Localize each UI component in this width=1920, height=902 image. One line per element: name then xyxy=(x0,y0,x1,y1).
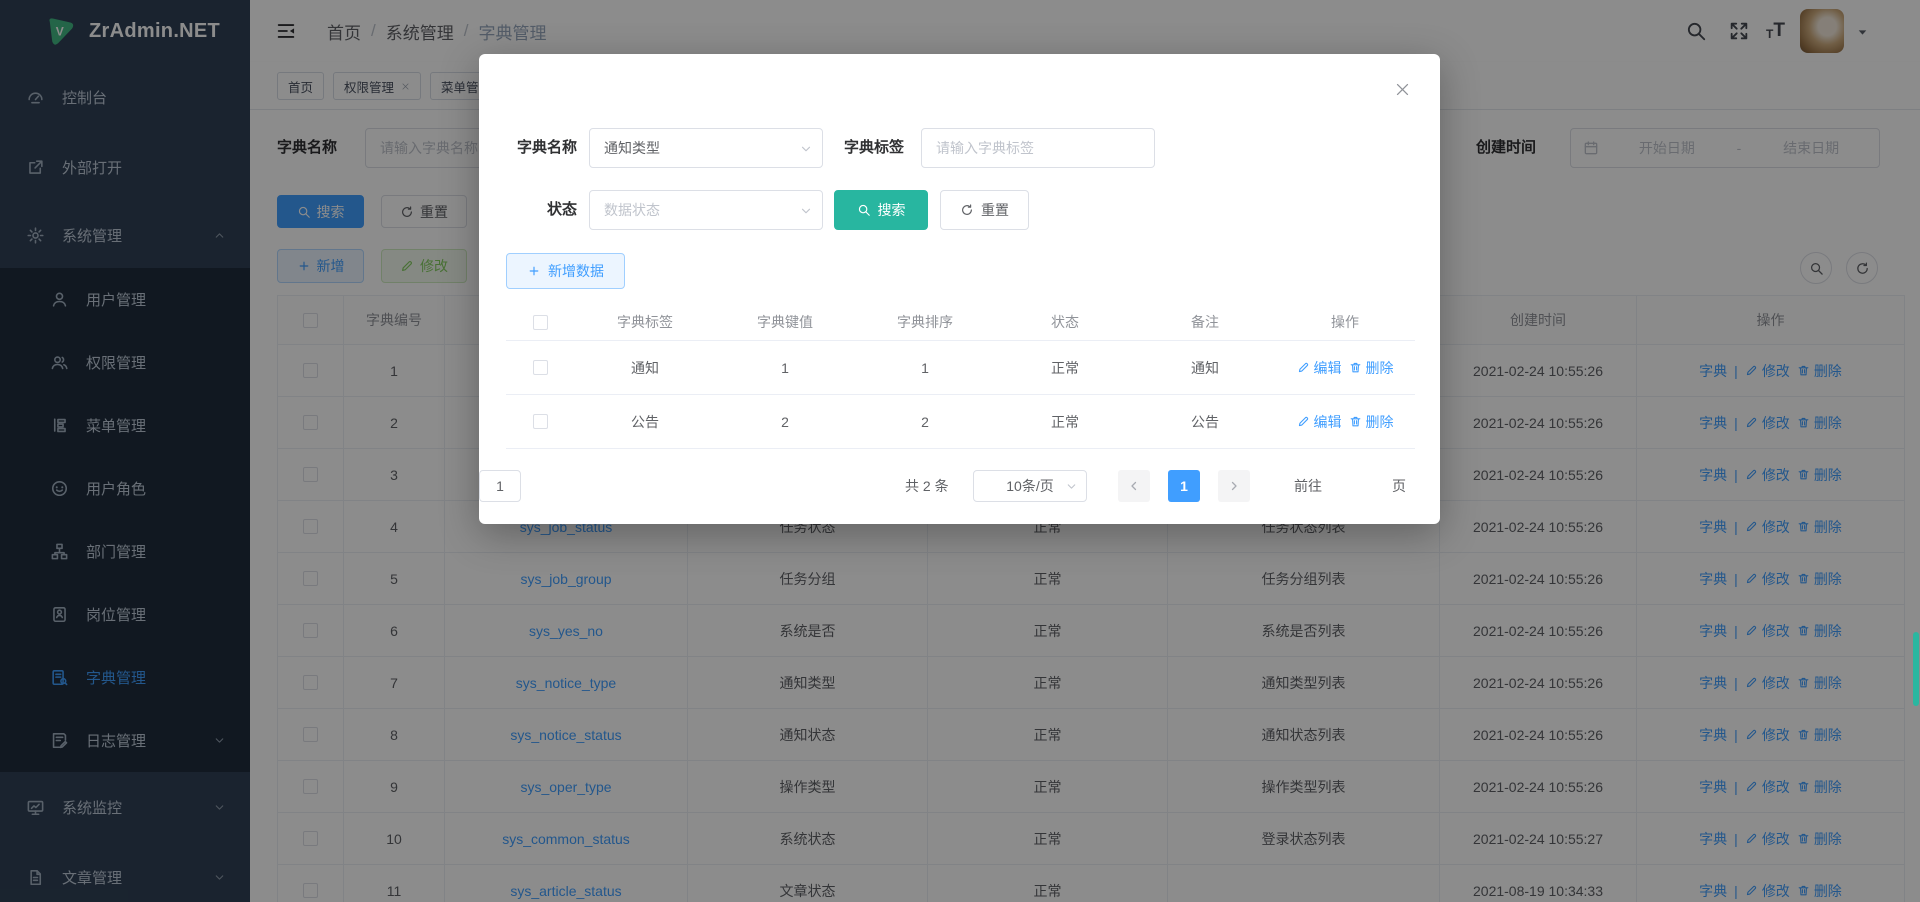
chevron-right-icon xyxy=(1228,480,1240,492)
chevron-down-icon xyxy=(799,142,813,156)
trash-icon xyxy=(1349,415,1362,428)
modal-dict-label-label: 字典标签 xyxy=(832,128,904,168)
modal-row-checkbox[interactable] xyxy=(533,414,548,429)
modal-status-label: 状态 xyxy=(489,190,577,230)
modal-dict-name-value: 通知类型 xyxy=(604,138,660,158)
chevron-left-icon xyxy=(1128,480,1140,492)
modal-add-data-button[interactable]: 新增数据 xyxy=(506,253,625,289)
scrollbar-thumb[interactable] xyxy=(1913,632,1919,706)
modal-status-select[interactable]: 数据状态 xyxy=(589,190,823,230)
prev-page-button[interactable] xyxy=(1118,470,1150,502)
cell-dict-sort: 1 xyxy=(855,341,995,395)
search-icon xyxy=(857,203,871,217)
page-size-value: 10条/页 xyxy=(1006,476,1053,496)
modal-row-edit-link[interactable]: 编辑 xyxy=(1297,358,1342,378)
modal-table-header-cell: 字典排序 xyxy=(855,304,995,341)
modal-reset-button[interactable]: 重置 xyxy=(940,190,1029,230)
modal-row-delete-link[interactable]: 删除 xyxy=(1349,358,1394,378)
chevron-down-icon xyxy=(799,204,813,218)
modal-search-label: 搜索 xyxy=(878,200,906,220)
cell-remark: 公告 xyxy=(1135,395,1275,449)
modal-row-checkbox[interactable] xyxy=(533,360,548,375)
cell-dict-value: 2 xyxy=(715,395,855,449)
modal-table-header-cell: 字典键值 xyxy=(715,304,855,341)
goto-page-label: 前往 xyxy=(1294,470,1322,502)
modal-table-row: 通知11正常通知编辑删除 xyxy=(506,341,1415,395)
modal-table-header-cell: 状态 xyxy=(995,304,1135,341)
pencil-icon xyxy=(1297,361,1310,374)
refresh-icon xyxy=(960,203,974,217)
app-screen: V ZrAdmin.NET 控制台外部打开系统管理用户管理权限管理菜单管理用户角… xyxy=(0,0,1920,902)
goto-page-suffix: 页 xyxy=(1392,470,1406,502)
next-page-button[interactable] xyxy=(1218,470,1250,502)
cell-dict-label: 公告 xyxy=(575,395,715,449)
modal-table-row: 公告22正常公告编辑删除 xyxy=(506,395,1415,449)
trash-icon xyxy=(1349,361,1362,374)
plus-icon xyxy=(527,264,541,278)
modal-search-button[interactable]: 搜索 xyxy=(834,190,928,230)
pagination-total: 共 2 条 xyxy=(905,470,949,502)
cell-dict-label: 通知 xyxy=(575,341,715,395)
modal-dict-label-input[interactable] xyxy=(921,128,1155,168)
page-size-select[interactable]: 10条/页 xyxy=(973,470,1087,502)
modal-reset-label: 重置 xyxy=(981,200,1009,220)
close-icon[interactable] xyxy=(1394,81,1411,98)
goto-page-input[interactable] xyxy=(479,470,521,502)
page-number-button[interactable]: 1 xyxy=(1168,470,1200,502)
dict-data-table: 字典标签字典键值字典排序状态备注操作通知11正常通知编辑删除公告22正常公告编辑… xyxy=(506,304,1415,449)
modal-table-header-cell: 操作 xyxy=(1275,304,1415,341)
cell-dict-value: 1 xyxy=(715,341,855,395)
dict-data-modal: 字典名称 通知类型 字典标签 状态 数据状态 搜索 重置 新增数据 字典标签字典… xyxy=(479,54,1440,524)
cell-dict-sort: 2 xyxy=(855,395,995,449)
modal-dict-name-select[interactable]: 通知类型 xyxy=(589,128,823,168)
modal-row-delete-link[interactable]: 删除 xyxy=(1349,412,1394,432)
modal-select-all-checkbox[interactable] xyxy=(533,315,548,330)
modal-add-data-label: 新增数据 xyxy=(548,261,604,281)
pencil-icon xyxy=(1297,415,1310,428)
modal-table-header-row: 字典标签字典键值字典排序状态备注操作 xyxy=(506,304,1415,341)
modal-table-header-cell: 备注 xyxy=(1135,304,1275,341)
cell-status: 正常 xyxy=(995,341,1135,395)
chevron-down-icon xyxy=(1065,480,1078,493)
modal-pagination: 共 2 条 10条/页 1 前往 页 xyxy=(479,470,1440,502)
cell-remark: 通知 xyxy=(1135,341,1275,395)
cell-status: 正常 xyxy=(995,395,1135,449)
modal-status-placeholder: 数据状态 xyxy=(604,200,660,220)
modal-row-edit-link[interactable]: 编辑 xyxy=(1297,412,1342,432)
modal-dict-name-label: 字典名称 xyxy=(489,128,577,168)
modal-table-header-cell: 字典标签 xyxy=(575,304,715,341)
